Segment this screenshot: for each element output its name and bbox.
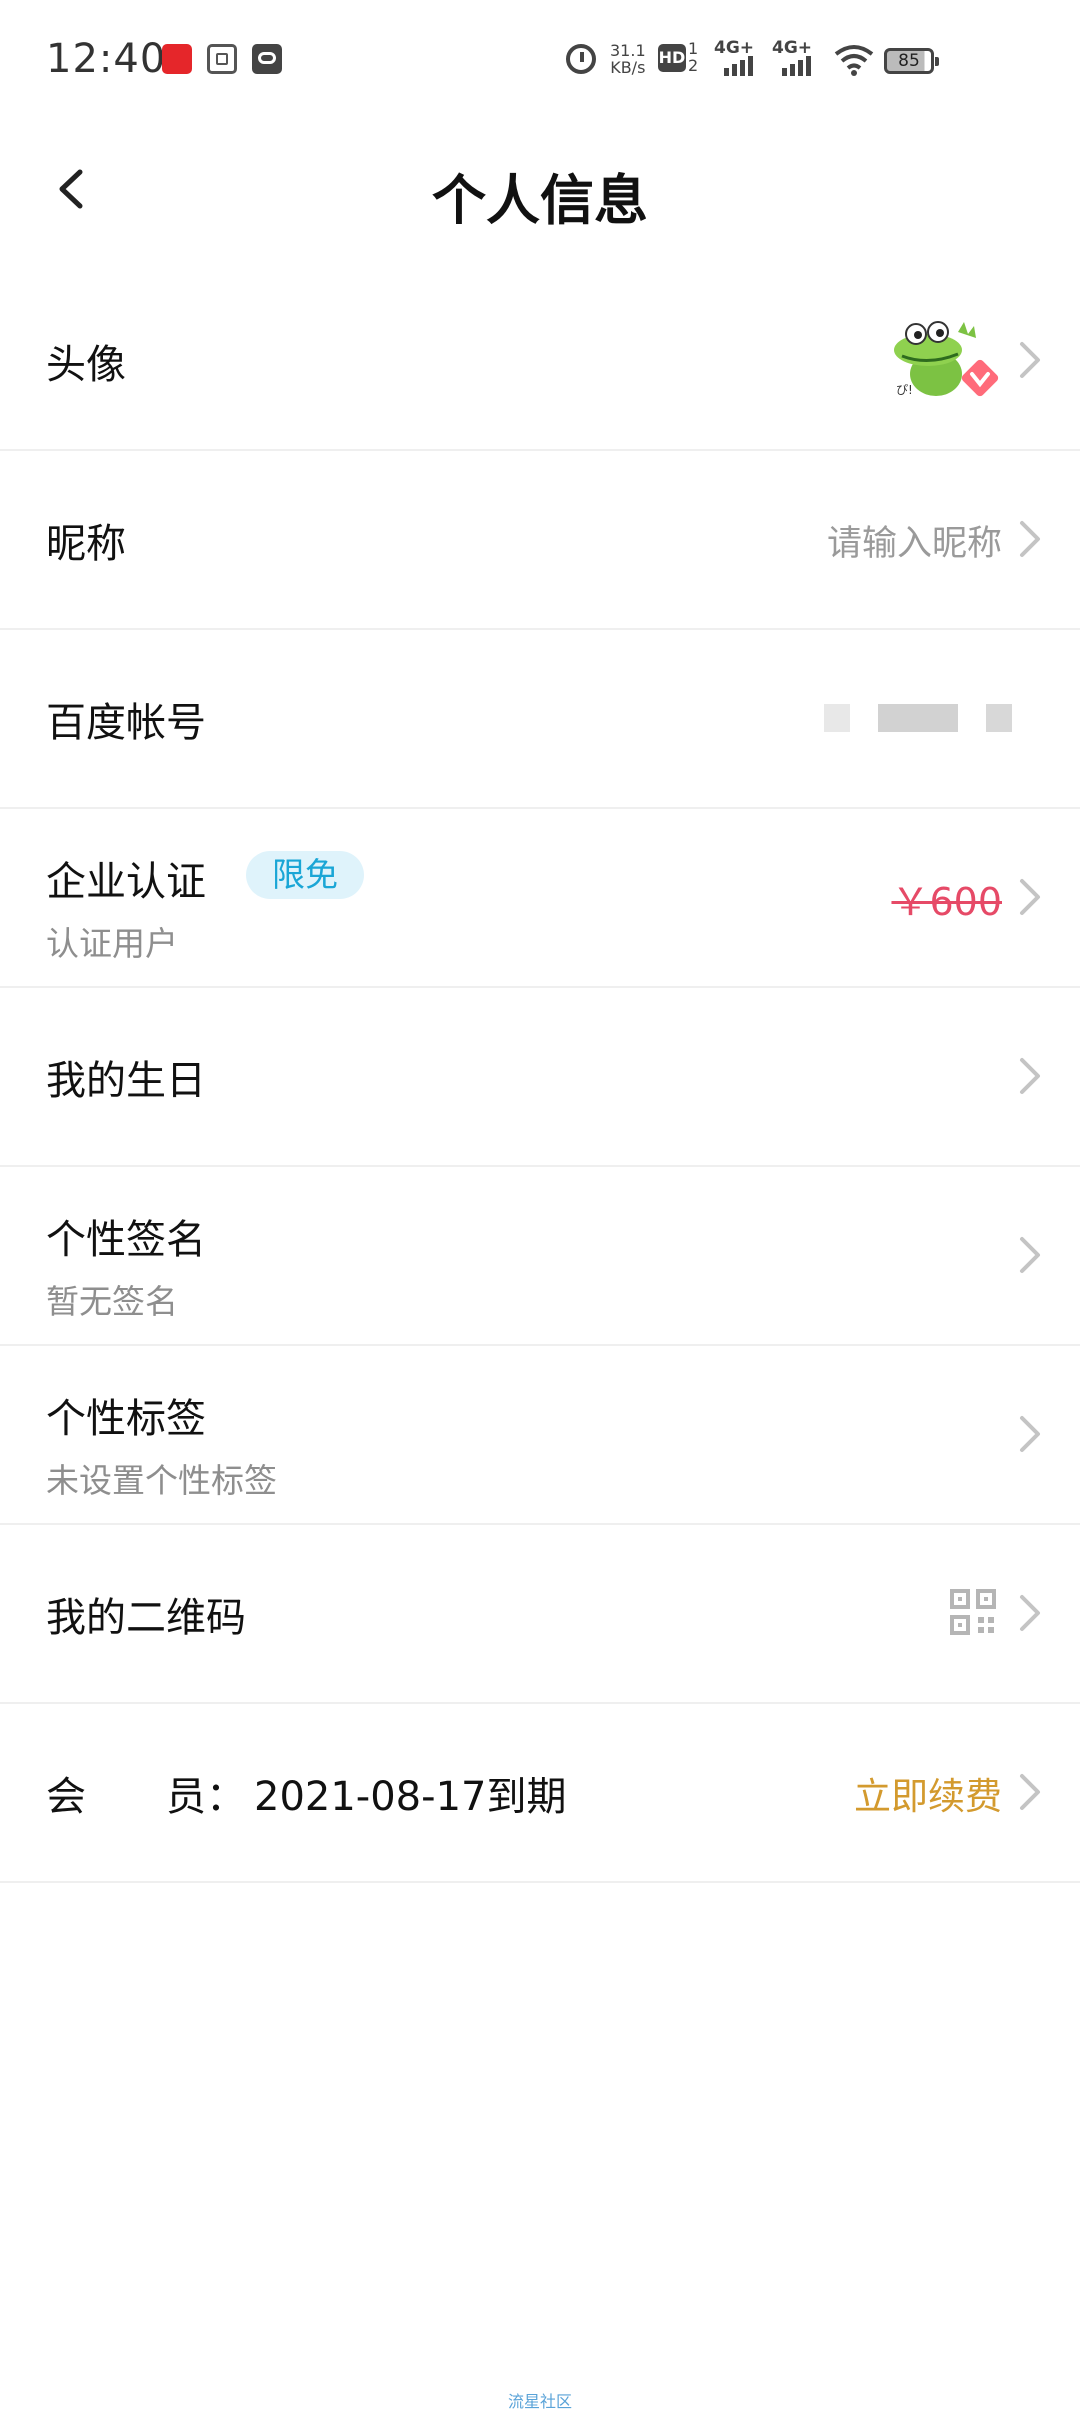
- chevron-right-icon: [1020, 879, 1040, 915]
- free-badge: 限免: [246, 851, 364, 899]
- signal-1-label: 4G+: [714, 38, 755, 58]
- avatar: ぴ!: [894, 321, 999, 397]
- birthday-row[interactable]: 我的生日: [0, 988, 1080, 1167]
- svg-text:ぴ!: ぴ!: [896, 383, 913, 397]
- status-time: 12:40: [46, 36, 167, 82]
- iqiyi-app-icon: [207, 44, 237, 74]
- watermark: 流星社区: [507, 2392, 572, 2411]
- nickname-placeholder: 请输入昵称: [826, 524, 1002, 564]
- wifi-icon: [834, 45, 874, 76]
- chevron-right-icon: [1020, 1237, 1040, 1273]
- qr-code-icon: [950, 1589, 996, 1635]
- signal-1-icon: 4G+: [714, 38, 768, 80]
- tags-row[interactable]: 个性标签 未设置个性标签: [0, 1346, 1080, 1525]
- avatar-row[interactable]: 头像 ぴ!: [0, 272, 1080, 451]
- nickname-row[interactable]: 昵称 请输入昵称: [0, 451, 1080, 630]
- enterprise-verify-row[interactable]: 企业认证 限免 认证用户 ￥600: [0, 809, 1080, 988]
- nickname-label: 昵称: [46, 521, 126, 567]
- original-price: ￥600: [891, 880, 1002, 924]
- birthday-label: 我的生日: [46, 1058, 206, 1104]
- hd-sub-label: 1 2: [688, 39, 699, 75]
- signature-sub: 暂无签名: [46, 1282, 178, 1321]
- network-speed: 31.1 KB/s: [610, 42, 646, 76]
- chevron-right-icon: [1020, 342, 1040, 378]
- membership-expiry: 2021-08-17到期: [254, 1774, 567, 1820]
- membership-label: 会 员：: [46, 1774, 246, 1820]
- nav-bar: 个人信息: [0, 120, 1080, 260]
- tags-sub: 未设置个性标签: [46, 1461, 277, 1500]
- membership-row[interactable]: 会 员： 2021-08-17到期 立即续费: [0, 1704, 1080, 1883]
- battery-icon: 85: [884, 48, 939, 74]
- masked-account-value: [824, 704, 1024, 732]
- page-title: 个人信息: [432, 169, 648, 232]
- baidu-account-row[interactable]: 百度帐号: [0, 630, 1080, 809]
- enterprise-verify-label: 企业认证: [46, 859, 206, 905]
- signal-2-label: 4G+: [772, 38, 813, 58]
- chevron-right-icon: [1020, 1774, 1040, 1810]
- news-app-icon: [162, 44, 192, 74]
- renew-link[interactable]: 立即续费: [854, 1766, 1002, 1820]
- hd-icon: HD: [658, 44, 686, 72]
- signature-label: 个性签名: [46, 1217, 206, 1263]
- tags-label: 个性标签: [46, 1396, 206, 1442]
- enterprise-verify-sub: 认证用户: [46, 924, 178, 963]
- baidu-account-label: 百度帐号: [46, 700, 206, 746]
- chevron-right-icon: [1020, 521, 1040, 557]
- qrcode-row[interactable]: 我的二维码: [0, 1525, 1080, 1704]
- chevron-right-icon: [1020, 1416, 1040, 1452]
- network-speed-unit: KB/s: [610, 58, 646, 77]
- cloud-app-icon: [252, 44, 282, 74]
- chevron-right-icon: [1020, 1058, 1040, 1094]
- signal-2-icon: 4G+: [772, 38, 826, 80]
- network-speed-value: 31.1: [610, 41, 646, 60]
- status-bar: 12:40 31.1 KB/s HD 1 2 4G+ 4G+ 85: [0, 0, 1080, 120]
- alarm-icon: [566, 44, 596, 74]
- avatar-label: 头像: [46, 342, 126, 388]
- chevron-right-icon: [1020, 1595, 1040, 1631]
- signature-row[interactable]: 个性签名 暂无签名: [0, 1167, 1080, 1346]
- profile-list: 头像 ぴ! 昵称 请输入昵称 百度帐号 企业认证 限免 认证用户 ￥600 我的…: [0, 272, 1080, 1883]
- qrcode-label: 我的二维码: [46, 1595, 246, 1641]
